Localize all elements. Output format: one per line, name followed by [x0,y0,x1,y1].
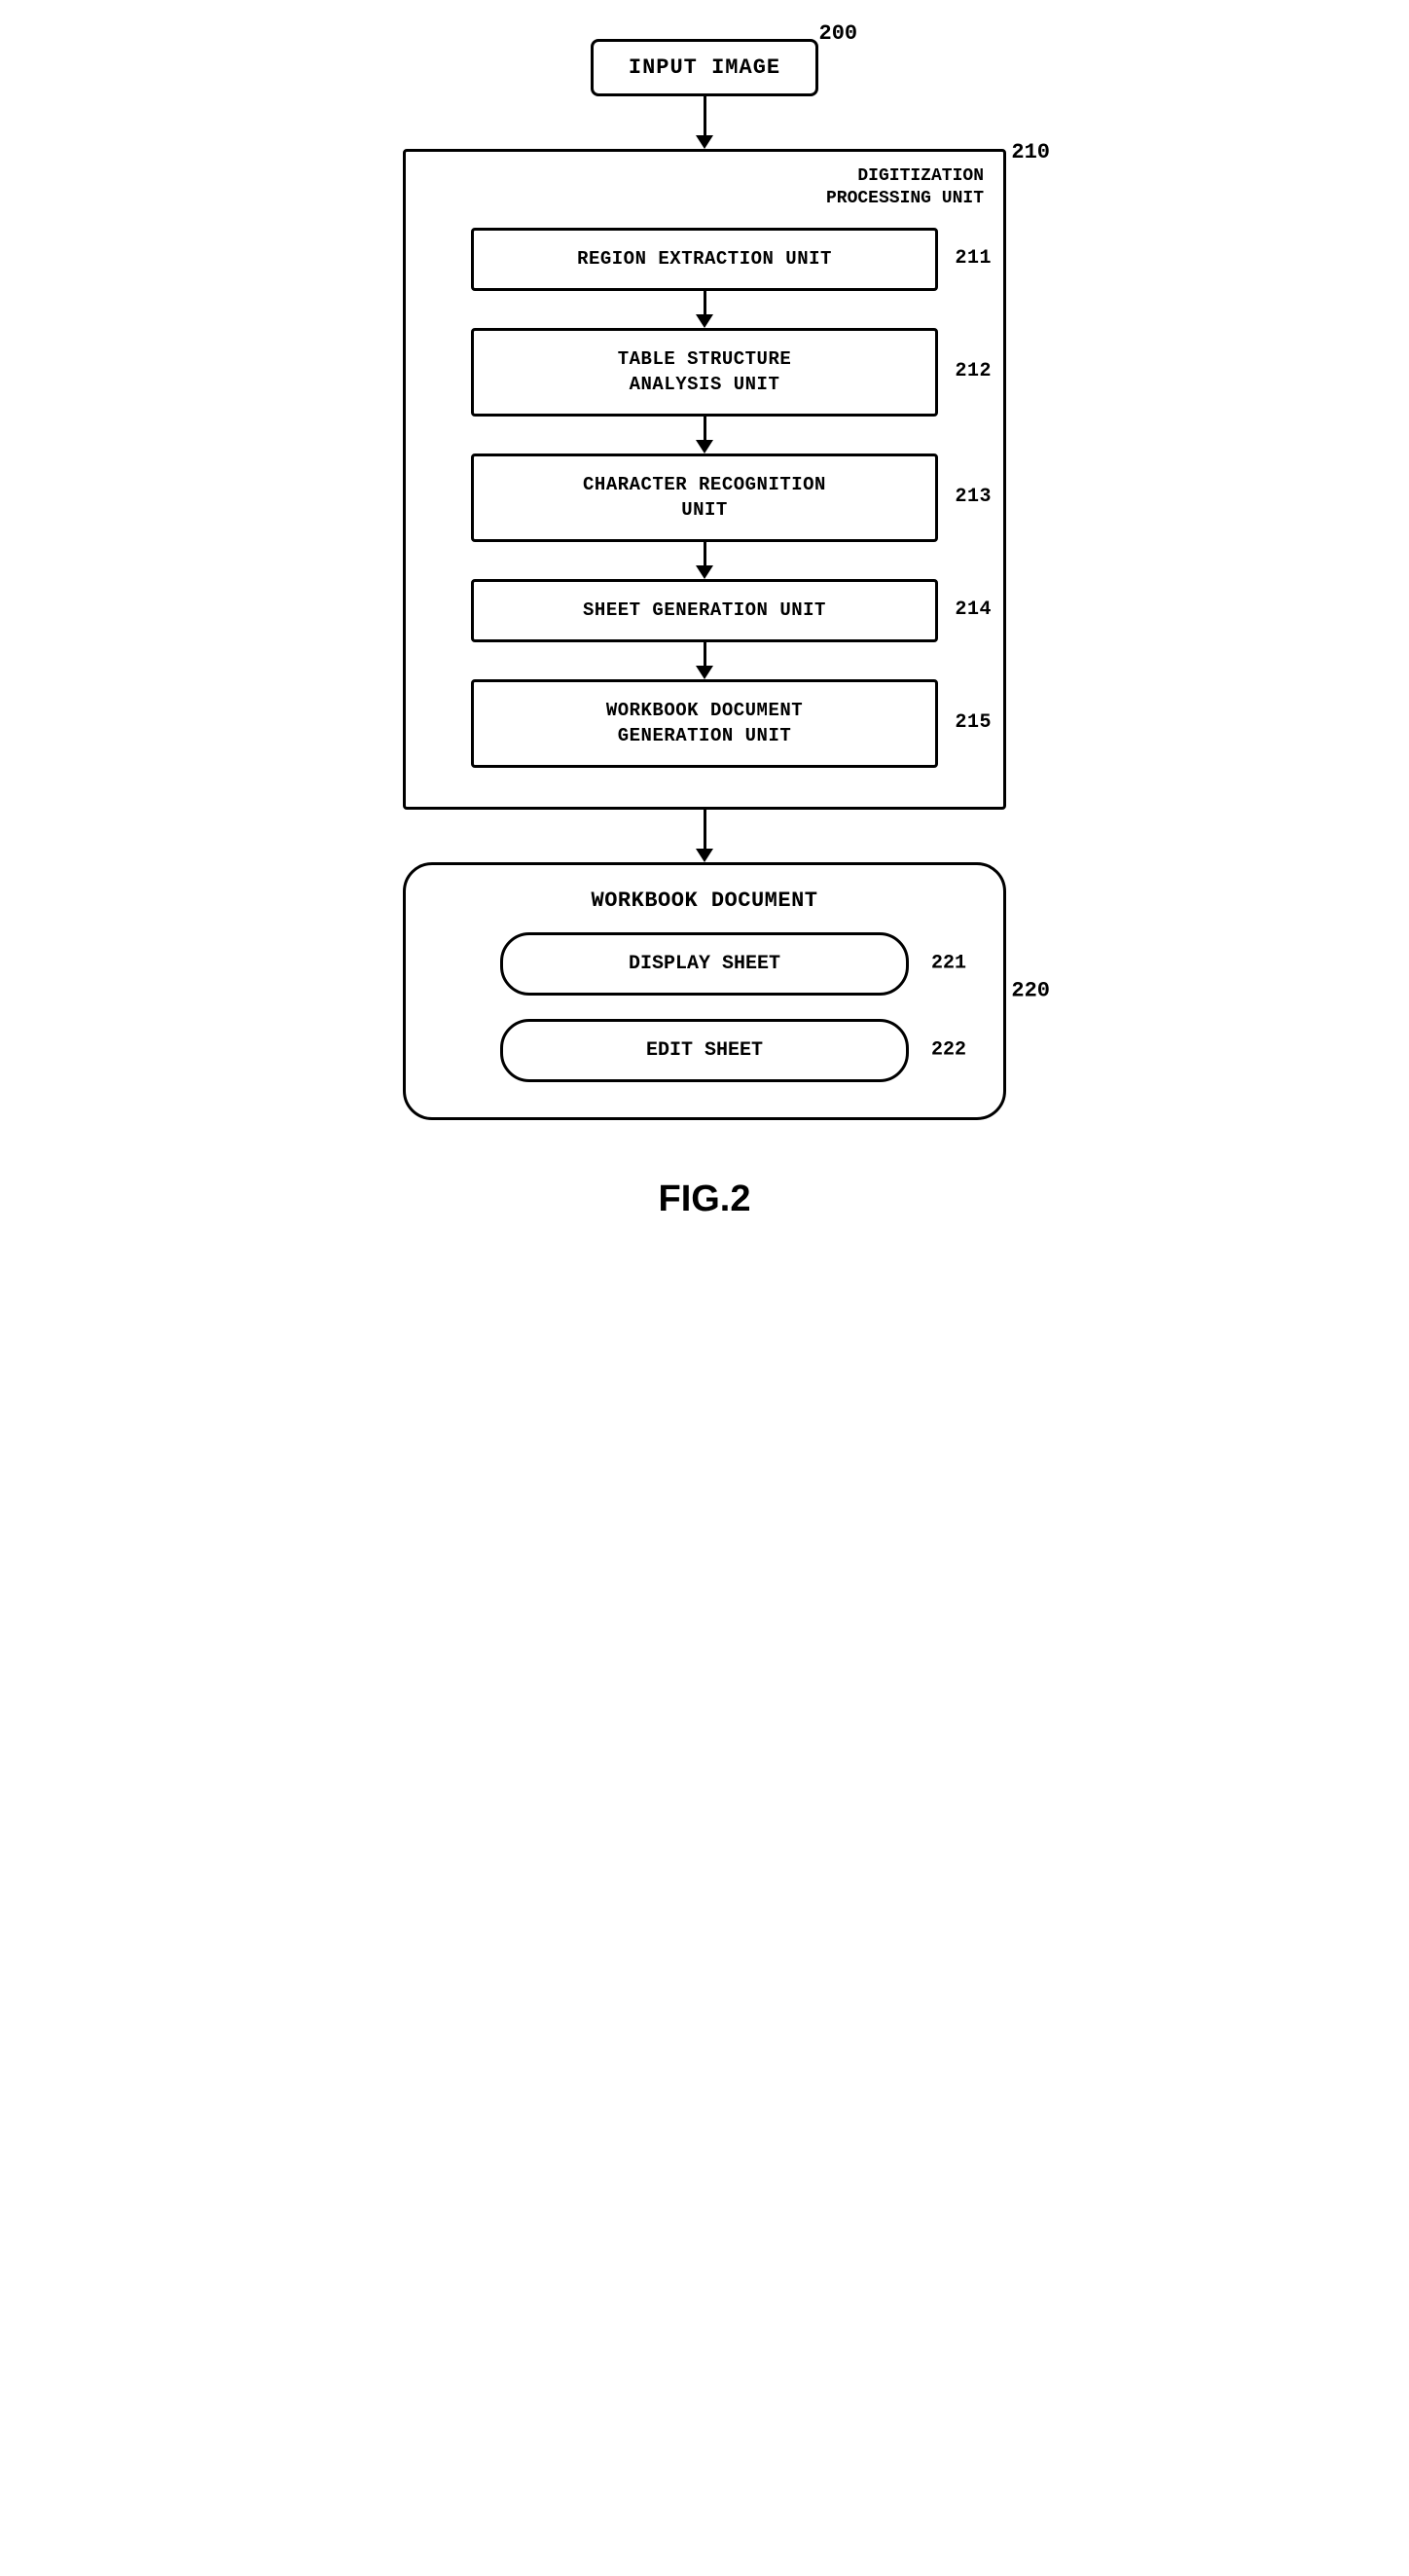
ref-212: 212 [955,358,992,385]
ref-200: 200 [819,21,858,46]
input-image-label: INPUT IMAGE [629,55,780,80]
region-extraction-label: REGION EXTRACTION UNIT [577,248,832,270]
arrow-line [704,291,706,314]
arrow-head [696,666,713,679]
character-recognition-unit: CHARACTER RECOGNITIONUNIT 213 [471,454,938,542]
input-image-box: INPUT IMAGE [591,39,818,96]
ref-210: 210 [1011,140,1050,164]
ref-222: 222 [931,1039,966,1062]
arrow-line [704,542,706,565]
ref-214: 214 [955,597,992,624]
character-recognition-label: CHARACTER RECOGNITIONUNIT [583,474,826,522]
arrow-3 [696,542,713,579]
workbook-document-title: WORKBOOK DOCUMENT [592,889,818,913]
arrow-1 [696,291,713,328]
region-extraction-unit: REGION EXTRACTION UNIT 211 [471,228,938,291]
ref-221: 221 [931,953,966,975]
arrow-line [704,642,706,666]
arrow-head [696,135,713,149]
arrow-head [696,849,713,862]
sheet-generation-label: SHEET GENERATION UNIT [583,599,826,621]
diagram-page: INPUT IMAGE 200 DIGITIZATIONPROCESSING U… [364,39,1045,1220]
arrow-line [704,96,706,135]
workbook-document-box: 220 WORKBOOK DOCUMENT DISPLAY SHEET 221 … [403,862,1006,1120]
table-structure-analysis-unit: TABLE STRUCTUREANALYSIS UNIT 212 [471,328,938,417]
arrow-head [696,314,713,328]
input-image-wrapper: INPUT IMAGE 200 [591,39,818,96]
figure-caption: FIG.2 [658,1179,750,1220]
arrow-digitization-to-workbook [696,810,713,862]
ref-213: 213 [955,484,992,511]
arrow-head [696,440,713,454]
arrow-4 [696,642,713,679]
sheet-generation-unit: SHEET GENERATION UNIT 214 [471,579,938,642]
edit-sheet-box: EDIT SHEET 222 [500,1019,909,1082]
arrow-input-to-digitization [696,96,713,149]
workbook-generation-label: WORKBOOK DOCUMENTGENERATION UNIT [606,700,803,747]
table-structure-label: TABLE STRUCTUREANALYSIS UNIT [618,348,792,396]
ref-211: 211 [955,245,992,272]
digitization-label-text: DIGITIZATIONPROCESSING UNIT [826,166,984,208]
display-sheet-label: DISPLAY SHEET [629,953,780,975]
ref-215: 215 [955,709,992,737]
digitization-label: DIGITIZATIONPROCESSING UNIT [826,165,984,211]
arrow-2 [696,417,713,454]
arrow-line [704,810,706,849]
ref-220: 220 [1011,979,1050,1003]
edit-sheet-label: EDIT SHEET [646,1039,763,1062]
display-sheet-box: DISPLAY SHEET 221 [500,932,909,996]
digitization-processing-unit: DIGITIZATIONPROCESSING UNIT 210 REGION E… [403,149,1006,810]
arrow-head [696,565,713,579]
arrow-line [704,417,706,440]
workbook-document-generation-unit: WORKBOOK DOCUMENTGENERATION UNIT 215 [471,679,938,768]
